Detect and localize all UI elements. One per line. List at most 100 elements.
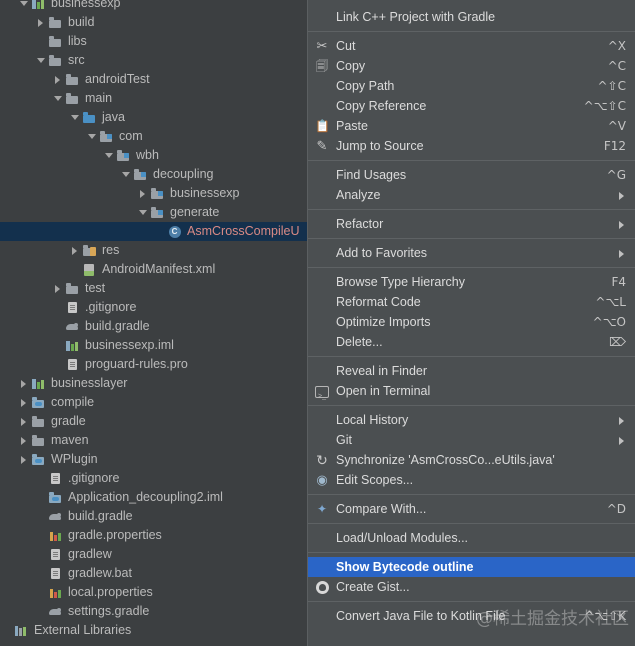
tree-row-label: gradle (51, 414, 86, 428)
menu-separator (308, 405, 635, 406)
context-menu[interactable]: Link C++ Project with GradleCut^XCopy^CC… (307, 0, 635, 646)
terminal-icon (315, 386, 329, 398)
chevron-right-icon[interactable] (20, 436, 29, 445)
menu-item[interactable]: Link C++ Project with Gradle (308, 7, 635, 27)
tree-row[interactable]: test (0, 279, 307, 298)
tree-row[interactable]: maven (0, 431, 307, 450)
menu-icon-slot (312, 167, 334, 183)
tree-row[interactable]: gradle (0, 412, 307, 431)
tree-row[interactable]: libs (0, 32, 307, 51)
tree-row-label: businesslayer (51, 376, 128, 390)
menu-item[interactable]: Show Bytecode outline (308, 557, 635, 577)
menu-item[interactable]: Analyze (308, 185, 635, 205)
tree-row[interactable]: com (0, 127, 307, 146)
menu-item[interactable]: Compare With... ^D (308, 499, 635, 519)
tree-row[interactable]: main (0, 89, 307, 108)
tree-row-label: businessexp.iml (85, 338, 174, 352)
tree-row[interactable]: gradlew.bat (0, 564, 307, 583)
menu-item[interactable]: Paste ^V (308, 116, 635, 136)
menu-icon-slot (312, 334, 334, 350)
tree-row[interactable]: gradlew (0, 545, 307, 564)
menu-item[interactable]: Copy ^C (308, 56, 635, 76)
chevron-down-icon[interactable] (37, 56, 46, 65)
srcfolder-icon (150, 206, 165, 220)
chevron-right-icon[interactable] (71, 246, 80, 255)
tree-row[interactable]: src (0, 51, 307, 70)
tree-row[interactable]: build.gradle (0, 317, 307, 336)
menu-item[interactable]: Delete... ⌦ (308, 332, 635, 352)
chevron-down-icon[interactable] (88, 132, 97, 141)
menu-item[interactable]: Load/Unload Modules... (308, 528, 635, 548)
project-tree-panel[interactable]: businessexp build libs src androidTest main ja… (0, 0, 307, 646)
iml-icon (31, 453, 46, 467)
tree-row[interactable]: External Libraries (0, 621, 307, 640)
tree-row[interactable]: wbh (0, 146, 307, 165)
chevron-right-icon[interactable] (37, 18, 46, 27)
tree-row[interactable]: decoupling (0, 165, 307, 184)
menu-item[interactable]: Local History (308, 410, 635, 430)
menu-top-padding (308, 0, 635, 7)
tree-row[interactable]: Application_decoupling2.iml (0, 488, 307, 507)
tree-row[interactable]: AsmCrossCompileU (0, 222, 307, 241)
manifest-icon (82, 263, 97, 277)
submenu-arrow-icon (619, 250, 624, 258)
menu-item[interactable]: Cut ^X (308, 36, 635, 56)
tree-row-label: main (85, 91, 113, 105)
menu-item[interactable]: Reveal in Finder (308, 361, 635, 381)
chevron-right-icon[interactable] (20, 455, 29, 464)
menu-item[interactable]: Open in Terminal (308, 381, 635, 401)
menu-item[interactable]: Browse Type Hierarchy F4 (308, 272, 635, 292)
menu-icon-slot (312, 9, 334, 25)
tree-row[interactable]: build.gradle (0, 507, 307, 526)
menu-item[interactable]: Find Usages ^G (308, 165, 635, 185)
chevron-right-icon[interactable] (54, 75, 63, 84)
menu-item[interactable]: Create Gist... (308, 577, 635, 597)
tree-row[interactable]: businessexp (0, 0, 307, 13)
folder-icon (48, 16, 63, 30)
chevron-down-icon[interactable] (20, 0, 29, 8)
tree-row[interactable]: proguard-rules.pro (0, 355, 307, 374)
menu-item[interactable]: Edit Scopes... (308, 470, 635, 490)
menu-item[interactable]: Add to Favorites (308, 243, 635, 263)
tree-row-label: gradlew (68, 547, 112, 561)
menu-item[interactable]: Git (308, 430, 635, 450)
chevron-down-icon[interactable] (139, 208, 148, 217)
tree-row[interactable]: businesslayer (0, 374, 307, 393)
tree-row[interactable]: build (0, 13, 307, 32)
menu-item[interactable]: Refactor (308, 214, 635, 234)
iml-icon (48, 491, 63, 505)
tree-row[interactable]: businessexp (0, 184, 307, 203)
tree-row[interactable]: generate (0, 203, 307, 222)
tree-row[interactable]: gradle.properties (0, 526, 307, 545)
tree-row[interactable]: java (0, 108, 307, 127)
tree-row[interactable]: compile (0, 393, 307, 412)
tree-row[interactable]: .gitignore (0, 469, 307, 488)
menu-item[interactable]: Convert Java File to Kotlin File ^⌥⇧K (308, 606, 635, 626)
menu-item[interactable]: Jump to Source F12 (308, 136, 635, 156)
chevron-down-icon[interactable] (122, 170, 131, 179)
menu-icon-slot (312, 98, 334, 114)
chevron-right-icon[interactable] (20, 417, 29, 426)
tree-row[interactable]: local.properties (0, 583, 307, 602)
tree-row[interactable]: androidTest (0, 70, 307, 89)
chevron-right-icon[interactable] (20, 379, 29, 388)
iml-icon (31, 396, 46, 410)
chevron-down-icon[interactable] (71, 113, 80, 122)
menu-icon-slot (312, 559, 334, 575)
menu-item[interactable]: Synchronize 'AsmCrossCo...eUtils.java' (308, 450, 635, 470)
chevron-down-icon[interactable] (105, 151, 114, 160)
tree-row[interactable]: settings.gradle (0, 602, 307, 621)
chevron-right-icon[interactable] (20, 398, 29, 407)
chevron-down-icon[interactable] (54, 94, 63, 103)
tree-row[interactable]: .gitignore (0, 298, 307, 317)
chevron-right-icon[interactable] (54, 284, 63, 293)
menu-item[interactable]: Copy Reference ^⌥⇧C (308, 96, 635, 116)
menu-item[interactable]: Reformat Code ^⌥L (308, 292, 635, 312)
tree-row[interactable]: res (0, 241, 307, 260)
tree-row[interactable]: AndroidManifest.xml (0, 260, 307, 279)
menu-item[interactable]: Copy Path ^⇧C (308, 76, 635, 96)
tree-row[interactable]: WPlugin (0, 450, 307, 469)
menu-item[interactable]: Optimize Imports ^⌥O (308, 312, 635, 332)
tree-row[interactable]: businessexp.iml (0, 336, 307, 355)
chevron-right-icon[interactable] (139, 189, 148, 198)
